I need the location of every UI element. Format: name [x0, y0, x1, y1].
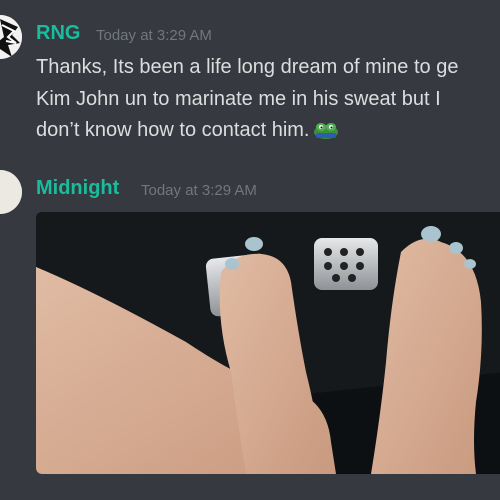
author-name[interactable]: Midnight	[36, 177, 119, 200]
frog-emoji-icon	[313, 118, 339, 139]
message-line: Thanks, Its been a life long dream of mi…	[36, 56, 459, 78]
message-line: Kim John un to marinate me in his sweat …	[36, 88, 441, 110]
message-line: don’t know how to contact him.	[36, 115, 339, 146]
message-line-text: don’t know how to contact him.	[36, 119, 310, 141]
author-name[interactable]: RNG	[36, 22, 80, 45]
timestamp: Today at 3:29 AM	[96, 27, 212, 44]
avatar-midnight[interactable]	[0, 170, 22, 214]
timestamp: Today at 3:29 AM	[141, 182, 257, 199]
avatar-rng[interactable]	[0, 15, 22, 59]
image-attachment[interactable]	[36, 212, 500, 474]
